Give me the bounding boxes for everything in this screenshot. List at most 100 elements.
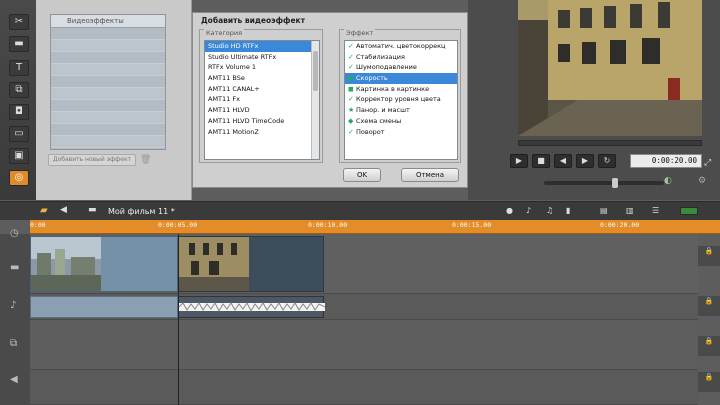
play-icon[interactable]: ▶ [510, 154, 528, 168]
zoom-icon[interactable] [680, 207, 698, 215]
effect-item-label: Поворот [356, 127, 385, 136]
effect-item[interactable]: ✓ Корректор уровня цвета [345, 94, 457, 105]
add-new-effect-button[interactable]: Добавить новый эффект [48, 154, 136, 166]
photo-icon[interactable]: ▣ [9, 148, 29, 164]
forward-icon[interactable]: ▶ [576, 154, 594, 168]
category-item[interactable]: RTFx Volume 1 [205, 62, 319, 73]
effect-item[interactable]: ◼ Картинка в картинке [345, 84, 457, 95]
trash-timeline-icon[interactable]: ▮ [566, 206, 570, 215]
effect-item[interactable]: ✓ Шумоподавление [345, 62, 457, 73]
video-track-icon: ▬ [10, 262, 20, 273]
fullscreen-icon[interactable]: ⤢ [704, 158, 711, 168]
ruler-tick: 0:00:05.00 [158, 221, 198, 229]
effect-item-icon: ◼ [348, 74, 354, 83]
effect-item[interactable]: ✓ Поворот [345, 127, 457, 138]
title-icon[interactable]: T [9, 60, 29, 76]
cancel-button[interactable]: Отмена [401, 168, 459, 182]
volume-knob[interactable] [612, 178, 618, 188]
effect-item-label: Корректор уровня цвета [356, 95, 441, 104]
volume-slider[interactable] [544, 178, 664, 188]
effect-listbox[interactable]: ✓ Автоматич. цветокоррекц ✓ Стабилизация ✓ Шу… [344, 40, 458, 160]
settings-icon[interactable]: ⚙ [698, 176, 706, 186]
category-scrollbar[interactable] [311, 41, 319, 159]
category-item[interactable]: Studio HD RTFx [205, 41, 319, 52]
stop-icon[interactable]: ■ [532, 154, 550, 168]
text-view-icon[interactable]: ☰ [652, 206, 659, 215]
audio-track-lock-icon[interactable]: 🔒 [698, 296, 720, 316]
dialog-title: Добавить видеоэффект [201, 16, 305, 25]
timeline-tracks[interactable] [30, 234, 698, 405]
timeline-view-icon[interactable]: ▥ [626, 206, 634, 215]
overlay-track-icon: ⧉ [10, 338, 18, 349]
effect-item[interactable]: ✓ Стабилизация [345, 52, 457, 63]
project-name[interactable]: Мой фильм 11 * [108, 207, 175, 216]
video-effects-icon[interactable]: ◎ [9, 170, 29, 186]
voiceover-icon[interactable]: ♪ [526, 206, 531, 215]
playhead[interactable] [178, 234, 179, 405]
category-item[interactable]: AMT11 CANAL+ [205, 84, 319, 95]
video-effects-panel: Видеоэффекты Добавить новый эффект 🗑 [36, 0, 192, 200]
scissors-icon[interactable]: ✂ [9, 14, 29, 30]
effect-item-icon: ★ [348, 106, 355, 115]
category-item[interactable]: AMT11 HLVD TimeCode [205, 116, 319, 127]
video-track-lock-icon[interactable]: 🔒 [698, 246, 720, 266]
sound-track-icon: ◀ [10, 374, 18, 385]
video-clip-2[interactable] [178, 236, 324, 292]
speaker-mute-icon[interactable]: ◀ [60, 205, 67, 215]
effect-item-icon: ◼ [348, 84, 354, 93]
video-effects-list[interactable]: Видеоэффекты [50, 14, 166, 150]
music-track-lock-icon[interactable]: 🔒 [698, 372, 720, 392]
effect-item[interactable]: ✓ Автоматич. цветокоррекц [345, 41, 457, 52]
video-clip-1[interactable] [30, 236, 178, 292]
effect-item-label: Панор. и масшт [356, 106, 410, 115]
effect-item[interactable]: ◼ Скорость [345, 73, 457, 84]
effect-item[interactable]: ◆ Схема смены [345, 116, 457, 127]
effect-label: Эффект [344, 29, 376, 37]
loop-icon[interactable]: ↻ [598, 154, 616, 168]
timecode-display[interactable]: 0:00:20.00 [630, 154, 702, 168]
effect-item-label: Шумоподавление [356, 63, 417, 72]
effect-item-icon: ✓ [348, 42, 354, 50]
timeline-ruler[interactable]: 0:00 0:00:05.00 0:00:10.00 0:00:15.00 0:00:2… [30, 220, 720, 234]
video-preview [518, 0, 702, 136]
ruler-tick: 0:00:10.00 [308, 221, 348, 229]
effect-item-label: Скорость [356, 74, 388, 83]
category-item[interactable]: AMT11 HLVD [205, 105, 319, 116]
effect-item-label: Картинка в картинке [356, 84, 430, 93]
track-headers: ◷ ▬ ♪ ⧉ ◀ [0, 228, 30, 405]
trash-icon[interactable]: 🗑 [140, 155, 151, 165]
ruler-tick: 0:00:20.00 [600, 221, 640, 229]
disk-icon[interactable]: ▭ [9, 126, 29, 142]
audio-track-icon: ♪ [10, 300, 17, 311]
music-icon[interactable]: ♫ [546, 206, 553, 215]
speaker-icon[interactable]: ◐ [664, 176, 672, 186]
effect-item[interactable]: ★ Панор. и масшт [345, 105, 457, 116]
category-item[interactable]: AMT11 Fx [205, 94, 319, 105]
effect-item-icon: ◆ [348, 116, 354, 125]
category-item[interactable]: AMT11 MotionZ [205, 127, 319, 138]
ok-button[interactable]: OK [343, 168, 381, 182]
rewind-icon[interactable]: ◀ [554, 154, 572, 168]
music-track[interactable] [30, 370, 698, 405]
effect-item-label: Автоматич. цветокоррекц [356, 42, 446, 50]
folder-open-icon[interactable]: ▰ [40, 205, 48, 216]
effect-item-icon: ✓ [348, 52, 354, 61]
film-icon[interactable]: ▬ [9, 36, 29, 52]
effect-item-icon: ✓ [348, 63, 354, 72]
category-listbox[interactable]: Studio HD RTFx Studio Ultimate RTFx RTFx V… [204, 40, 320, 160]
folder-icon[interactable]: ▬ [88, 205, 97, 215]
preview-position-slider[interactable] [518, 140, 702, 146]
effect-item-icon: ✓ [348, 95, 354, 104]
storyboard-view-icon[interactable]: ▤ [600, 206, 608, 215]
category-item[interactable]: Studio Ultimate RTFx [205, 52, 319, 63]
audio-clip-1[interactable] [30, 296, 178, 318]
camera-icon[interactable]: ◘ [9, 104, 29, 120]
clock-icon: ◷ [10, 228, 19, 239]
overlay-track-lock-icon[interactable]: 🔒 [698, 336, 720, 356]
overlay-track[interactable] [30, 320, 698, 370]
timeline-toolbar: ▰ ◀ ▬ Мой фильм 11 * ● ♪ ♫ ▮ ▤ ▥ ☰ [0, 201, 720, 220]
transitions-icon[interactable]: ⧉ [9, 82, 29, 98]
category-item[interactable]: AMT11 BSe [205, 73, 319, 84]
record-icon[interactable]: ● [506, 206, 513, 215]
audio-clip-2[interactable] [178, 296, 326, 318]
